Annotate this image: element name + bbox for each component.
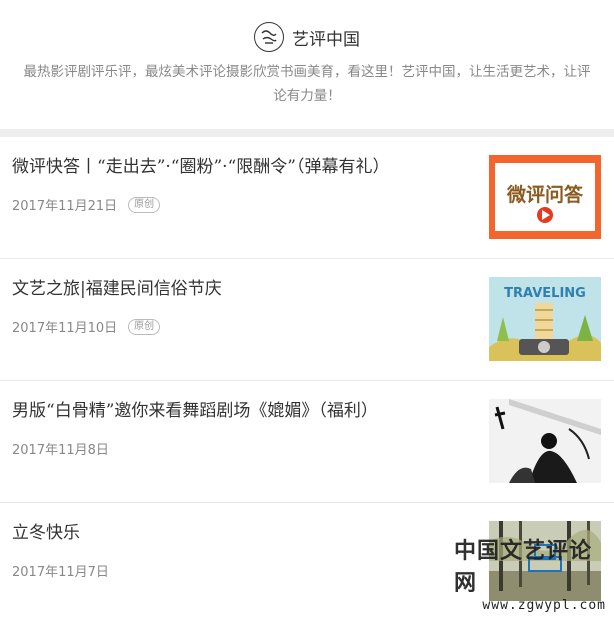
account-header: 艺评中国 最热影评剧评乐评，最炫美术评论摄影欣赏书画美育，看这里！艺评中国，让生… — [0, 0, 614, 129]
article-item[interactable]: 男版“白骨精”邀你来看舞蹈剧场《媲媚》（福利） 2017年11月8日 — [0, 381, 614, 503]
article-title[interactable]: 文艺之旅|福建民间信俗节庆 — [12, 277, 472, 301]
brand-name: 艺评中国 — [292, 29, 360, 50]
article-title[interactable]: 男版“白骨精”邀你来看舞蹈剧场《媲媚》（福利） — [12, 399, 472, 423]
thumb-caption: TRAVELING — [504, 286, 586, 301]
original-badge: 原创 — [128, 196, 161, 213]
article-date: 2017年11月8日 — [12, 443, 109, 458]
article-meta: 2017年11月21日 原创 — [12, 195, 161, 214]
article-date: 2017年11月21日 — [12, 199, 118, 214]
watermark-title: 中国文艺评论网 — [454, 538, 593, 596]
thumb-caption: 微评问答 — [506, 183, 584, 206]
article-thumbnail[interactable]: TRAVELING — [489, 277, 601, 361]
section-divider — [0, 129, 614, 137]
article-title[interactable]: 立冬快乐 — [12, 521, 472, 545]
watermark-url: www.zgwypl.com — [482, 598, 606, 613]
tower-icon — [535, 303, 553, 343]
play-icon — [537, 207, 553, 223]
article-item[interactable]: 文艺之旅|福建民间信俗节庆 2017年11月10日 原创 TRAVELING — [0, 259, 614, 381]
brand[interactable]: 艺评中国 — [0, 20, 614, 54]
article-meta: 2017年11月7日 — [12, 561, 109, 580]
article-date: 2017年11月10日 — [12, 321, 118, 336]
account-intro: 最热影评剧评乐评，最炫美术评论摄影欣赏书画美育，看这里！艺评中国，让生活更艺术，… — [23, 64, 591, 104]
article-thumbnail[interactable]: 微评问答 — [489, 155, 601, 239]
logo-icon — [254, 22, 284, 52]
original-badge: 原创 — [128, 318, 161, 335]
article-date: 2017年11月7日 — [12, 565, 109, 580]
article-meta: 2017年11月8日 — [12, 439, 109, 458]
site-watermark: 中国文艺评论网 www.zgwypl.com — [454, 538, 614, 615]
article-meta: 2017年11月10日 原创 — [12, 317, 161, 336]
article-title[interactable]: 微评快答丨“走出去”·“圈粉”·“限酬令”（弹幕有礼） — [12, 155, 472, 179]
article-thumbnail[interactable] — [489, 399, 601, 483]
article-item[interactable]: 微评快答丨“走出去”·“圈粉”·“限酬令”（弹幕有礼） 2017年11月21日 … — [0, 137, 614, 259]
